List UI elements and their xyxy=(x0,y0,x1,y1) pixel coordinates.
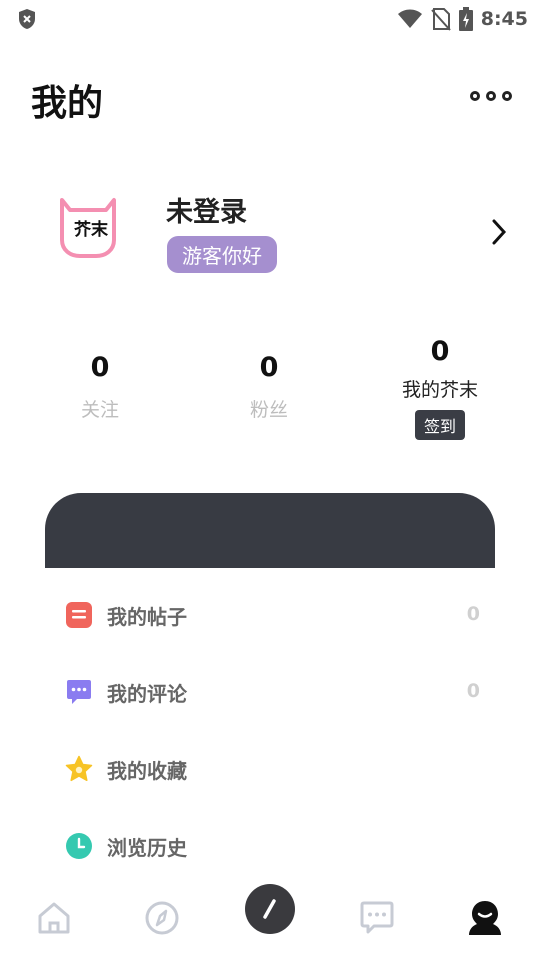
nav-profile[interactable] xyxy=(455,888,515,948)
status-bar: 8:45 xyxy=(0,0,540,38)
posts-icon xyxy=(66,602,92,628)
menu-label: 我的帖子 xyxy=(107,605,187,629)
shield-icon xyxy=(19,9,35,29)
stat-value: 0 xyxy=(259,352,279,383)
guest-badge: 游客你好 xyxy=(167,236,277,273)
more-button[interactable] xyxy=(470,84,512,108)
nav-messages[interactable] xyxy=(347,888,407,948)
menu-count: 0 xyxy=(466,603,480,625)
history-icon xyxy=(66,833,92,859)
clock: 8:45 xyxy=(480,8,528,30)
nav-discover[interactable] xyxy=(132,888,192,948)
menu-item-history[interactable]: 浏览历史 xyxy=(0,816,540,876)
page-title: 我的 xyxy=(31,83,104,124)
stat-label: 粉丝 xyxy=(249,399,288,421)
bottom-nav xyxy=(0,880,540,960)
app-logo-avatar[interactable]: 芥末 xyxy=(56,196,120,260)
profile-icon xyxy=(469,901,501,935)
stat-value: 0 xyxy=(90,352,110,383)
no-sim-icon xyxy=(430,8,451,31)
more-icon-dot xyxy=(470,91,480,101)
stat-label: 我的芥末 xyxy=(401,379,478,401)
profile-name[interactable]: 未登录 xyxy=(166,190,247,229)
home-icon xyxy=(38,902,70,934)
nav-home[interactable] xyxy=(24,888,84,948)
stat-label: 关注 xyxy=(80,399,119,421)
menu-item-my-comments[interactable]: 我的评论 0 xyxy=(0,662,540,722)
messages-icon xyxy=(360,901,394,934)
battery-charging-icon xyxy=(458,7,473,31)
nav-create-post[interactable] xyxy=(245,884,295,934)
menu-item-my-favorites[interactable]: 我的收藏 xyxy=(0,739,540,799)
menu-label: 我的评论 xyxy=(107,682,187,706)
menu-label: 我的收藏 xyxy=(107,759,187,783)
more-icon-dot xyxy=(502,91,512,101)
stat-my-jiemo[interactable]: 0 我的芥末 签到 xyxy=(380,336,500,440)
stat-followers[interactable]: 0 粉丝 xyxy=(209,352,329,422)
menu-count: 0 xyxy=(466,680,480,702)
dark-banner-card xyxy=(45,493,495,568)
more-icon-dot xyxy=(486,91,496,101)
chevron-right-icon[interactable] xyxy=(490,218,508,246)
stat-value: 0 xyxy=(430,336,450,367)
discover-icon xyxy=(145,901,179,935)
create-post-icon xyxy=(263,899,276,919)
menu-label: 浏览历史 xyxy=(107,836,187,860)
menu-item-my-posts[interactable]: 我的帖子 0 xyxy=(0,585,540,645)
wifi-icon xyxy=(397,9,422,28)
comment-icon xyxy=(67,680,91,704)
stat-following[interactable]: 0 关注 xyxy=(40,352,160,422)
avatar-text: 芥末 xyxy=(74,219,109,240)
sign-in-button[interactable]: 签到 xyxy=(414,410,465,440)
star-icon xyxy=(65,755,93,782)
